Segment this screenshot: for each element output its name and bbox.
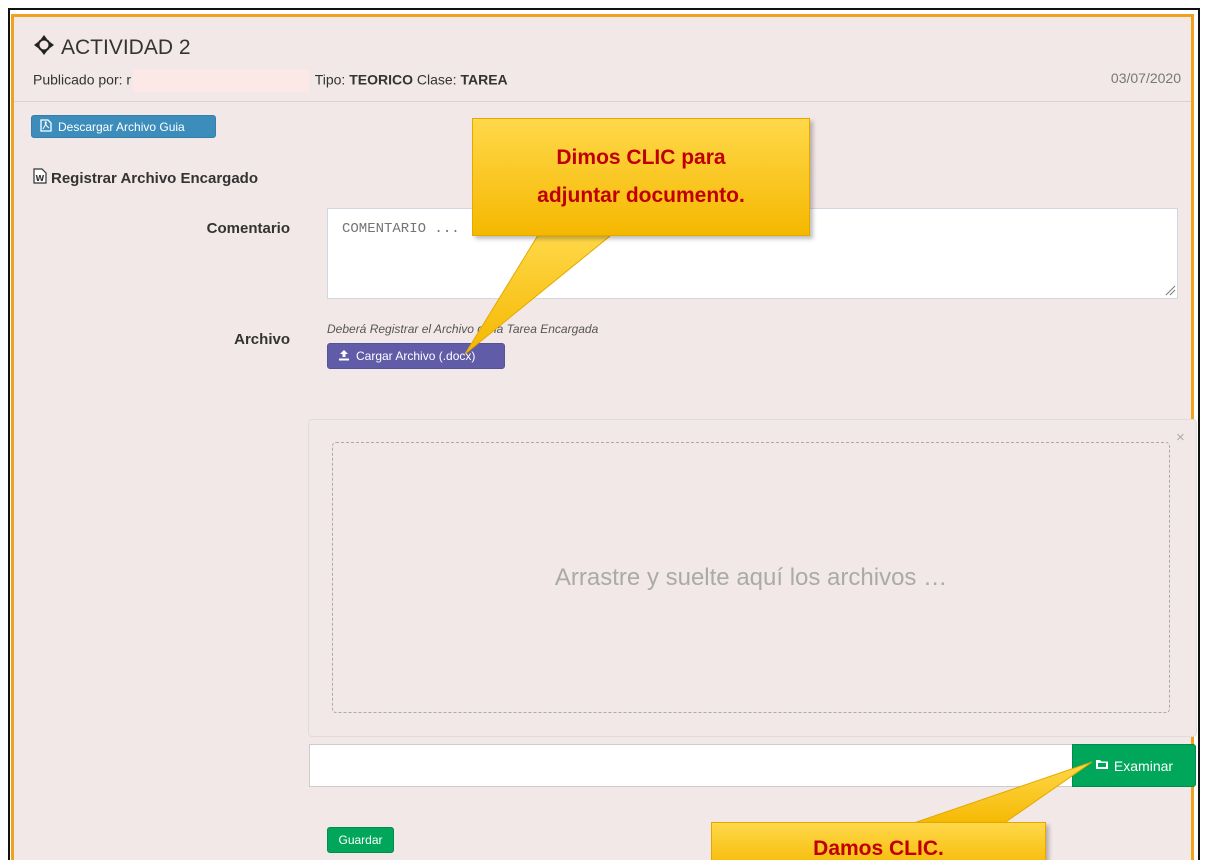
callout-click-text: Damos CLIC. — [813, 837, 944, 860]
callout-pointer-browse — [904, 761, 1093, 827]
callout-click: Damos CLIC. — [711, 822, 1046, 860]
callout-attach: Dimos CLIC para adjuntar documento. — [472, 118, 810, 236]
callout-attach-line1: Dimos CLIC para — [556, 146, 726, 169]
callout-pointer-attach — [464, 231, 617, 355]
callout-attach-line2: adjuntar documento. — [537, 184, 745, 207]
